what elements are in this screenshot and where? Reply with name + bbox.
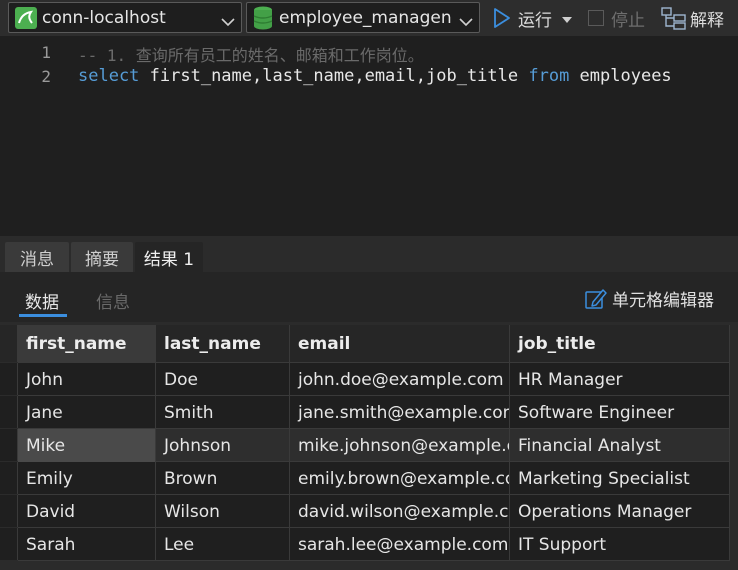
column-header-last-name[interactable]: last_name	[156, 325, 290, 363]
cell-editor-button[interactable]: 单元格编辑器	[584, 286, 714, 311]
cell-last-name[interactable]: Doe	[156, 363, 290, 396]
cell-last-name[interactable]: Lee	[156, 528, 290, 561]
stop-button[interactable]: 停止	[588, 4, 645, 32]
sql-keyword-from: from	[528, 66, 570, 86]
cell-last-name[interactable]: Wilson	[156, 495, 290, 528]
cell-job-title[interactable]: Operations Manager	[510, 495, 730, 528]
cell-first-name[interactable]: Jane	[18, 396, 156, 429]
cell-job-title[interactable]: Marketing Specialist	[510, 462, 730, 495]
chevron-down-icon	[459, 12, 473, 31]
cell-first-name[interactable]: Sarah	[18, 528, 156, 561]
row-selector[interactable]	[0, 462, 18, 494]
result-subtab-bar: 数据 信息 单元格编辑器	[0, 272, 738, 322]
cell-job-title[interactable]: IT Support	[510, 528, 730, 561]
row-selector[interactable]	[0, 396, 18, 428]
table-row[interactable]: Sarah Lee sarah.lee@example.com IT Suppo…	[0, 528, 730, 561]
column-header-first-name[interactable]: first_name	[18, 325, 156, 363]
cell-job-title[interactable]: Software Engineer	[510, 396, 730, 429]
explain-icon	[661, 6, 687, 30]
chevron-down-icon	[221, 12, 235, 31]
cell-first-name[interactable]: David	[18, 495, 156, 528]
line-number: 1	[41, 43, 51, 62]
active-subtab-indicator	[19, 314, 67, 317]
cell-email[interactable]: john.doe@example.com	[290, 363, 510, 396]
cell-job-title[interactable]: HR Manager	[510, 363, 730, 396]
cell-job-title[interactable]: Financial Analyst	[510, 429, 730, 462]
toolbar: conn-localhost employee_managen 运行 停止 解释	[0, 0, 738, 36]
stop-icon	[588, 10, 604, 26]
table-row[interactable]: Emily Brown emily.brown@example.com Mark…	[0, 462, 730, 495]
explain-button[interactable]: 解释	[661, 4, 724, 32]
table-row[interactable]: David Wilson david.wilson@example.com Op…	[0, 495, 730, 528]
sql-comment-line: -- 1. 查询所有员工的姓名、邮箱和工作岗位。	[78, 46, 424, 65]
tab-messages[interactable]: 消息	[5, 242, 69, 272]
connection-select[interactable]: conn-localhost	[8, 2, 242, 33]
run-label: 运行	[518, 10, 552, 31]
result-data-grid[interactable]: first_name last_name email job_title Joh…	[0, 325, 730, 561]
sql-table: employees	[569, 66, 672, 86]
subtab-info[interactable]: 信息	[96, 288, 130, 313]
cell-first-name-selected[interactable]: Mike	[18, 429, 156, 462]
result-tab-bar: 消息 摘要 结果 1	[0, 236, 738, 272]
row-selector[interactable]	[0, 528, 18, 560]
cell-email[interactable]: mike.johnson@example.com	[290, 429, 510, 462]
tab-summary[interactable]: 摘要	[71, 242, 133, 272]
cell-editor-label: 单元格编辑器	[612, 291, 714, 311]
table-row-selected[interactable]: Mike Johnson mike.johnson@example.com Fi…	[0, 429, 730, 462]
column-header-email[interactable]: email	[290, 325, 510, 363]
sql-columns: first_name,last_name,email,job_title	[139, 66, 529, 86]
run-button[interactable]: 运行	[492, 4, 572, 32]
cell-last-name[interactable]: Brown	[156, 462, 290, 495]
caret-down-icon	[562, 8, 572, 28]
cell-last-name[interactable]: Johnson	[156, 429, 290, 462]
explain-label: 解释	[690, 10, 724, 31]
table-row[interactable]: John Doe john.doe@example.com HR Manager	[0, 363, 730, 396]
sql-keyword-select: select	[78, 66, 140, 86]
cell-first-name[interactable]: John	[18, 363, 156, 396]
line-number: 2	[41, 67, 51, 86]
database-icon	[252, 5, 274, 31]
play-icon	[492, 7, 512, 29]
row-selector[interactable]	[0, 495, 18, 527]
sql-statement-line: select first_name,last_name,email,job_ti…	[78, 66, 672, 86]
database-name: employee_managen	[279, 7, 452, 28]
edit-pencil-icon	[584, 287, 608, 311]
cell-email[interactable]: jane.smith@example.com	[290, 396, 510, 429]
mysql-connection-icon	[14, 6, 38, 30]
sql-editor[interactable]: 1 2 -- 1. 查询所有员工的姓名、邮箱和工作岗位。 select firs…	[0, 36, 738, 236]
cell-last-name[interactable]: Smith	[156, 396, 290, 429]
row-header-corner	[0, 325, 18, 362]
row-selector[interactable]	[0, 429, 18, 461]
line-number-gutter: 1 2	[0, 36, 56, 236]
grid-header-row: first_name last_name email job_title	[0, 325, 730, 363]
database-select[interactable]: employee_managen	[246, 2, 480, 33]
query-window: conn-localhost employee_managen 运行 停止 解释…	[0, 0, 738, 570]
cell-email[interactable]: david.wilson@example.com	[290, 495, 510, 528]
stop-label: 停止	[611, 10, 645, 31]
cell-email[interactable]: sarah.lee@example.com	[290, 528, 510, 561]
cell-first-name[interactable]: Emily	[18, 462, 156, 495]
table-row[interactable]: Jane Smith jane.smith@example.com Softwa…	[0, 396, 730, 429]
column-header-job-title[interactable]: job_title	[510, 325, 730, 363]
row-selector[interactable]	[0, 363, 18, 395]
connection-name: conn-localhost	[42, 7, 166, 28]
tab-result-1[interactable]: 结果 1	[135, 242, 203, 272]
subtab-data[interactable]: 数据	[25, 288, 59, 313]
cell-email[interactable]: emily.brown@example.com	[290, 462, 510, 495]
